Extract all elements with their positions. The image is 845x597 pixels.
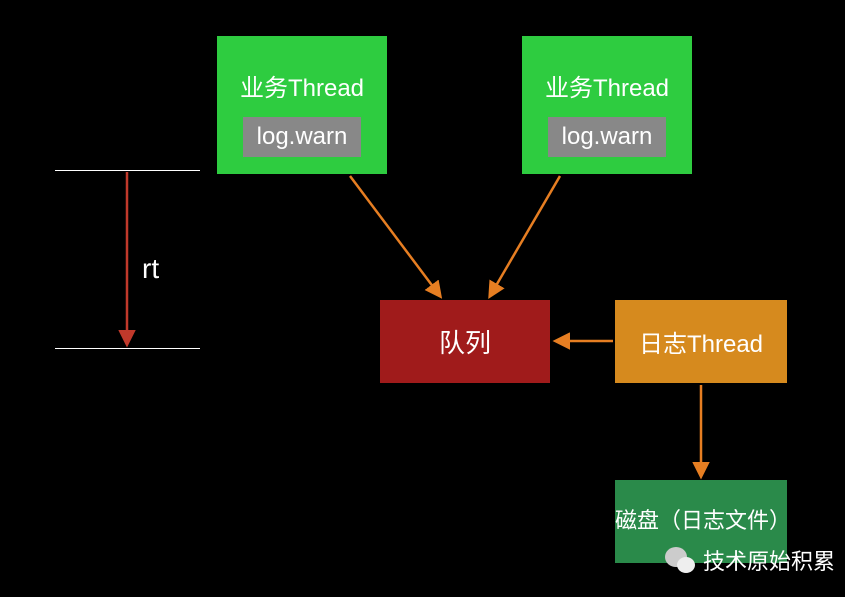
queue-box: 队列 bbox=[380, 300, 550, 383]
thread-1-logwarn: log.warn bbox=[243, 117, 362, 157]
disk-label: 磁盘（日志文件） bbox=[615, 507, 787, 536]
wechat-icon bbox=[663, 543, 697, 577]
thread-2-logwarn: log.warn bbox=[548, 117, 667, 157]
log-thread-box: 日志Thread bbox=[615, 300, 787, 383]
thread-2-title: 业务Thread bbox=[545, 68, 669, 103]
thread-1-title: 业务Thread bbox=[240, 68, 364, 103]
watermark: 技术原始积累 bbox=[663, 543, 835, 577]
rt-bottom-line bbox=[55, 348, 200, 349]
rt-top-line bbox=[55, 170, 200, 171]
log-thread-label: 日志Thread bbox=[639, 324, 763, 359]
arrow-thread2-to-queue bbox=[490, 176, 560, 296]
rt-label: rt bbox=[142, 253, 159, 285]
watermark-text: 技术原始积累 bbox=[703, 544, 835, 576]
queue-label: 队列 bbox=[439, 323, 491, 360]
business-thread-1: 业务Thread log.warn bbox=[217, 36, 387, 174]
arrow-thread1-to-queue bbox=[350, 176, 440, 296]
business-thread-2: 业务Thread log.warn bbox=[522, 36, 692, 174]
